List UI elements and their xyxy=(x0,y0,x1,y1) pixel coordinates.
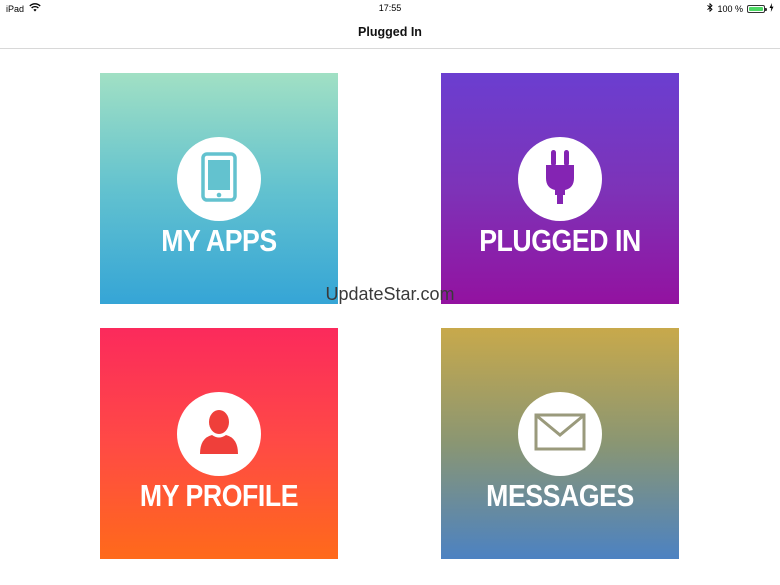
my-profile-label: MY PROFILE xyxy=(139,478,299,513)
battery-text: 100 % xyxy=(717,3,743,14)
my-profile-icon-circle xyxy=(177,392,261,476)
page-title: Plugged In xyxy=(358,25,422,39)
battery-level-fill xyxy=(749,6,763,11)
messages-icon-circle xyxy=(518,392,602,476)
watermark-text: UpdateStar.com xyxy=(325,284,455,304)
status-bar: iPad 17:55 100 % xyxy=(0,0,780,16)
my-apps-icon-circle xyxy=(177,137,261,221)
status-right: 100 % xyxy=(707,2,774,14)
messages-label: MESSAGES xyxy=(486,478,634,513)
my-profile-tile[interactable]: MY PROFILE xyxy=(100,328,338,559)
navigation-bar: Plugged In xyxy=(0,16,780,49)
tablet-icon xyxy=(201,151,237,207)
app-screen: iPad 17:55 100 % Plugged In MY APPS PLUG… xyxy=(0,0,780,585)
messages-tile[interactable]: MESSAGES xyxy=(441,328,679,559)
charging-icon xyxy=(769,3,774,14)
my-apps-tile[interactable]: MY APPS xyxy=(100,73,338,304)
plug-icon xyxy=(543,148,577,211)
my-apps-label: MY APPS xyxy=(161,223,277,258)
plugged-in-tile[interactable]: PLUGGED IN xyxy=(441,73,679,304)
envelope-icon xyxy=(534,413,586,456)
person-icon xyxy=(198,408,240,461)
plugged-in-icon-circle xyxy=(518,137,602,221)
battery-icon xyxy=(747,4,767,13)
status-time: 17:55 xyxy=(378,3,402,13)
plugged-in-label: PLUGGED IN xyxy=(479,223,641,258)
bluetooth-icon xyxy=(707,2,714,14)
